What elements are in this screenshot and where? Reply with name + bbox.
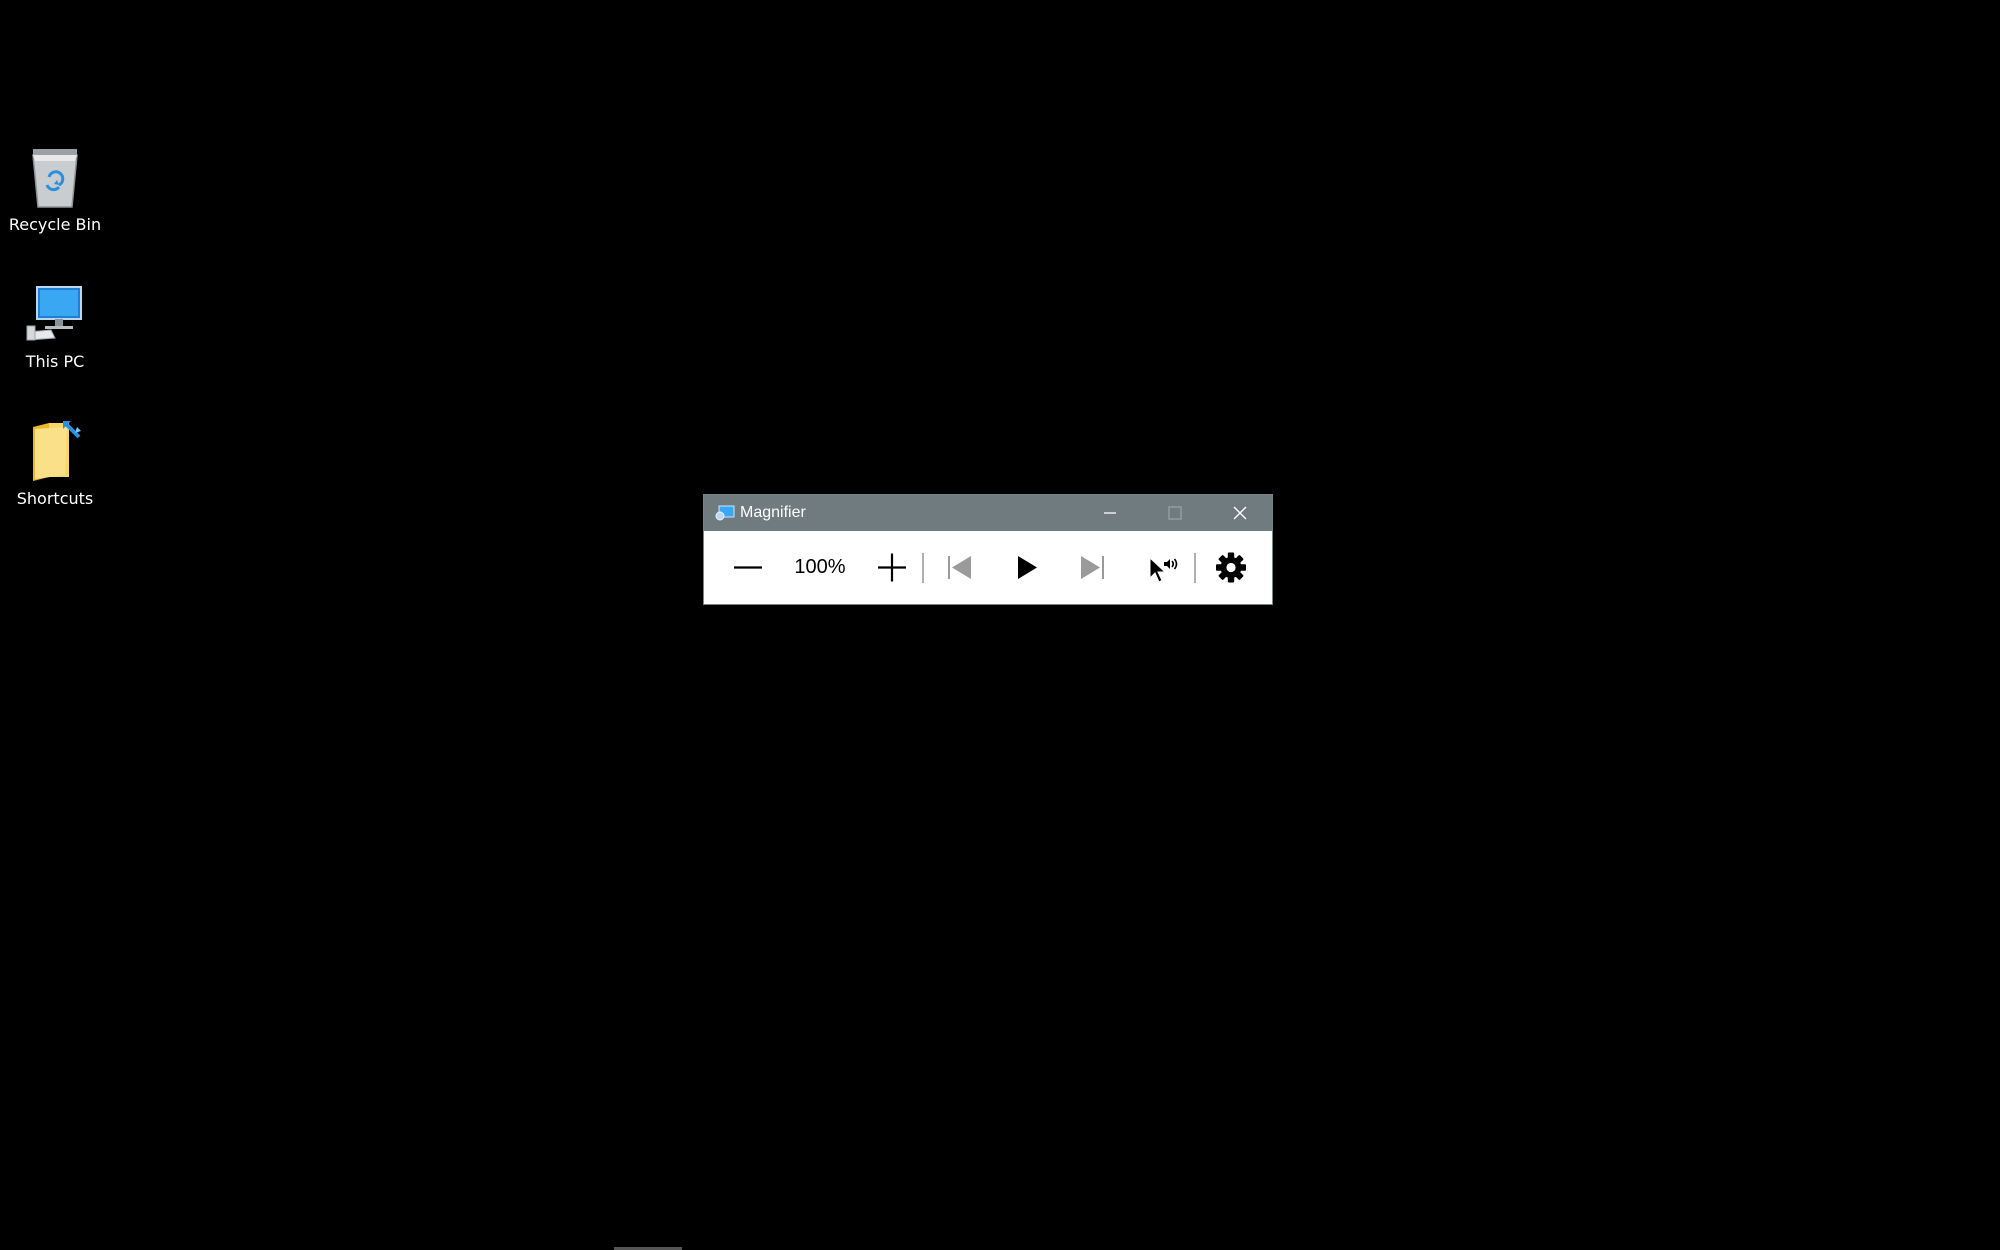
desktop-icon-recycle-bin[interactable]: Recycle Bin bbox=[0, 145, 110, 265]
play-icon bbox=[1018, 556, 1037, 579]
read-from-here-button[interactable] bbox=[1134, 531, 1186, 604]
skip-back-icon bbox=[948, 556, 971, 579]
window-title: Magnifier bbox=[740, 504, 806, 521]
magnifier-toolbar: 100% bbox=[704, 531, 1272, 604]
play-button[interactable] bbox=[1000, 531, 1052, 604]
previous-paragraph-button[interactable] bbox=[934, 531, 986, 604]
desktop[interactable]: Recycle Bin This PC Shortcuts Magnifier … bbox=[0, 0, 2000, 1250]
minimize-button[interactable] bbox=[1078, 495, 1142, 531]
zoom-out-button[interactable] bbox=[722, 531, 774, 604]
magnifier-app-icon bbox=[715, 505, 735, 521]
maximize-icon bbox=[1168, 506, 1182, 520]
next-paragraph-button[interactable] bbox=[1066, 531, 1118, 604]
minus-icon bbox=[734, 566, 762, 569]
plus-icon bbox=[878, 553, 906, 582]
recycle-bin-icon bbox=[32, 149, 78, 208]
magnifier-title-bar[interactable]: Magnifier bbox=[704, 495, 1272, 531]
magnifier-window[interactable]: Magnifier 100% bbox=[704, 495, 1272, 604]
gear-icon bbox=[1216, 552, 1246, 583]
pointer-speaker-icon bbox=[1149, 556, 1178, 583]
desktop-icon-label: This PC bbox=[25, 352, 85, 371]
zoom-level: 100% bbox=[794, 556, 846, 578]
skip-forward-icon bbox=[1081, 556, 1104, 579]
toolbar-separator bbox=[1194, 553, 1196, 583]
this-pc-icon bbox=[26, 286, 82, 341]
desktop-icon-label: Recycle Bin bbox=[8, 215, 102, 234]
maximize-button bbox=[1142, 495, 1206, 531]
zoom-in-button[interactable] bbox=[866, 531, 918, 604]
toolbar-separator bbox=[922, 553, 924, 583]
desktop-icon-shortcuts[interactable]: Shortcuts bbox=[0, 419, 110, 539]
shortcut-folder-icon bbox=[33, 421, 81, 481]
close-icon bbox=[1233, 506, 1247, 520]
minimize-icon bbox=[1104, 512, 1116, 514]
desktop-icon-this-pc[interactable]: This PC bbox=[0, 282, 110, 402]
settings-button[interactable] bbox=[1205, 531, 1257, 604]
close-button[interactable] bbox=[1208, 495, 1272, 531]
desktop-icon-label: Shortcuts bbox=[16, 489, 94, 508]
